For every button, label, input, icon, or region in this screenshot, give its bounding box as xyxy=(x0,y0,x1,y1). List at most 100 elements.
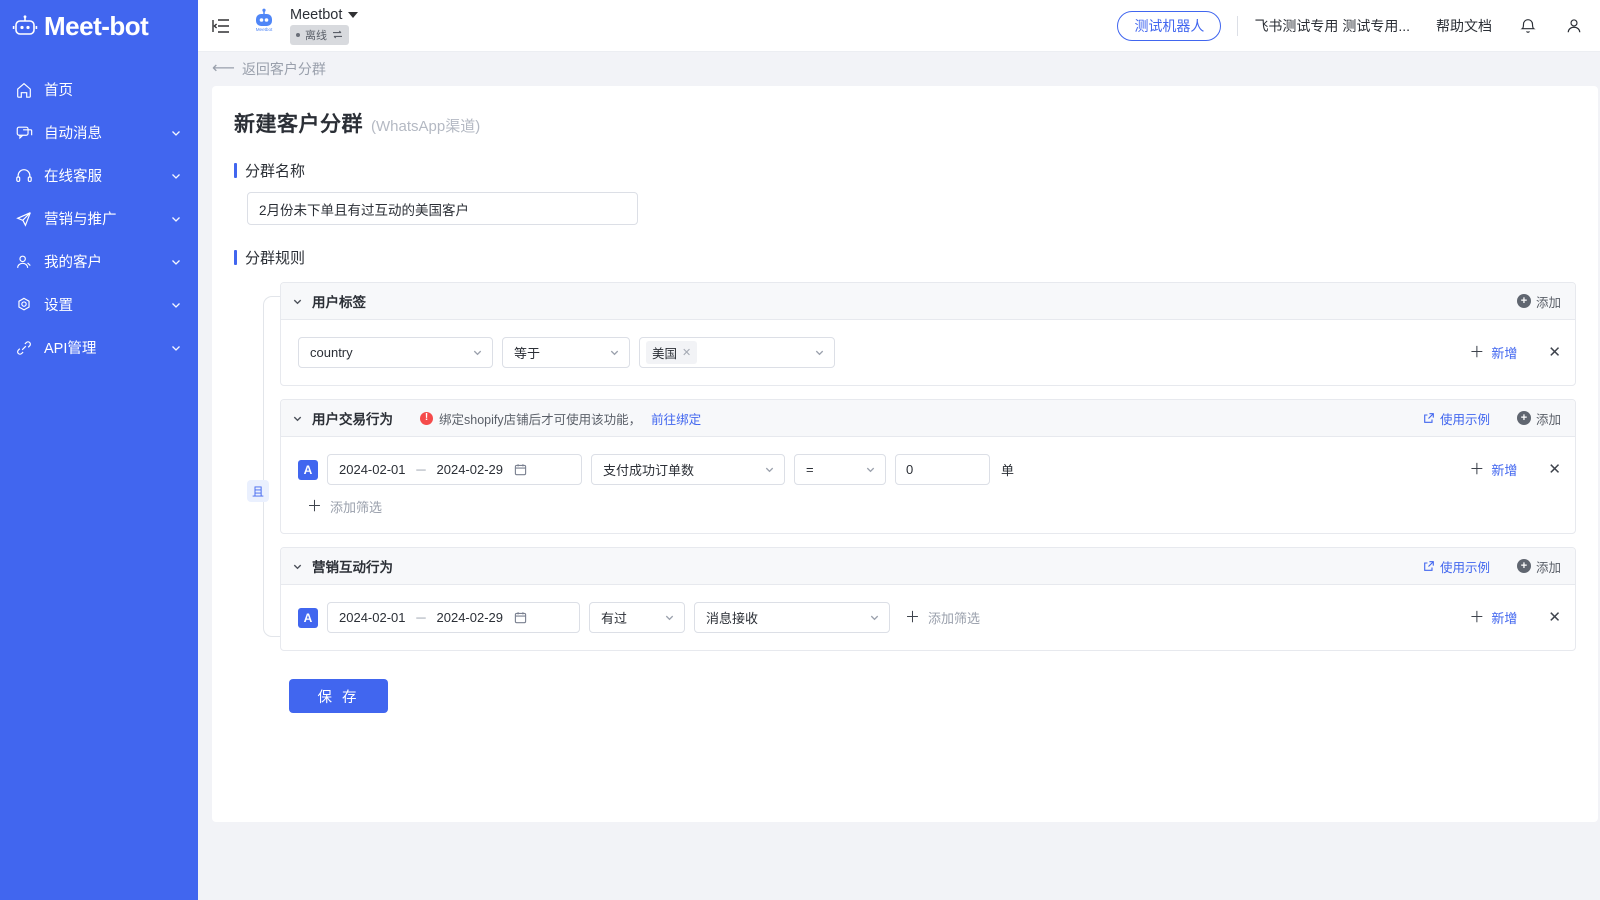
bot-name-row[interactable]: Meetbot xyxy=(290,7,358,23)
status-badge[interactable]: 离线 xyxy=(290,25,349,45)
page-title-suffix: (WhatsApp渠道) xyxy=(371,115,480,136)
tag-operator-select[interactable]: 等于 xyxy=(502,337,630,368)
chevron-down-icon xyxy=(170,127,182,139)
usage-example-link[interactable]: 使用示例 xyxy=(1423,557,1490,576)
bot-switcher[interactable]: Meetbot Meetbot 离线 xyxy=(246,7,358,45)
test-bot-button[interactable]: 测试机器人 xyxy=(1117,11,1221,41)
chevron-down-icon xyxy=(170,213,182,225)
plus-circle-icon: + xyxy=(1517,559,1531,573)
sidebar: Meet-bot 首页 自动消息 在线客服 xyxy=(0,0,198,900)
app-root: Meet-bot 首页 自动消息 在线客服 xyxy=(0,0,1600,900)
brand-logo[interactable]: Meet-bot xyxy=(0,0,198,52)
usage-example-label: 使用示例 xyxy=(1440,409,1490,428)
condition-row: A 2024-02-01 － 2024-02-29 xyxy=(298,602,1561,633)
add-condition-button[interactable]: + 添加 xyxy=(1517,292,1561,311)
rule-card-transaction: 用户交易行为 ! 绑定shopify店铺后才可使用该功能， 前往绑定 使用示例 xyxy=(280,399,1576,534)
gear-icon xyxy=(14,295,33,314)
bell-icon[interactable] xyxy=(1518,16,1538,36)
help-doc-link[interactable]: 帮助文档 xyxy=(1436,16,1492,36)
sidebar-item-live-chat[interactable]: 在线客服 xyxy=(0,154,198,197)
rule-card-header: 营销互动行为 使用示例 + 添加 xyxy=(281,548,1575,585)
sidebar-item-label: API管理 xyxy=(44,337,159,358)
marketing-occurrence-select[interactable]: 有过 xyxy=(589,602,685,633)
remove-row-icon[interactable]: ✕ xyxy=(1548,610,1561,625)
tag-field-select[interactable]: country xyxy=(298,337,493,368)
sidebar-item-label: 营销与推广 xyxy=(44,208,159,229)
topbar-divider xyxy=(1237,16,1238,36)
user-icon xyxy=(14,252,33,271)
warning-text: 绑定shopify店铺后才可使用该功能， xyxy=(439,409,641,428)
condition-row: A 2024-02-01 － 2024-02-29 xyxy=(298,454,1561,485)
sidebar-item-home[interactable]: 首页 xyxy=(0,68,198,111)
sidebar-item-settings[interactable]: 设置 xyxy=(0,283,198,326)
rule-card-marketing: 营销互动行为 使用示例 + 添加 xyxy=(280,547,1576,651)
rule-card-header: 用户交易行为 ! 绑定shopify店铺后才可使用该功能， 前往绑定 使用示例 xyxy=(281,400,1575,437)
remove-row-icon[interactable]: ✕ xyxy=(1548,462,1561,477)
breadcrumb-back[interactable]: ⟵ 返回客户分群 xyxy=(198,52,1600,86)
plus-icon: ＋ xyxy=(1469,610,1484,625)
sidebar-item-auto-message[interactable]: 自动消息 xyxy=(0,111,198,154)
transaction-operator-select[interactable]: = xyxy=(794,454,886,485)
date-start: 2024-02-01 xyxy=(339,610,406,625)
sidebar-item-marketing[interactable]: 营销与推广 xyxy=(0,197,198,240)
date-end: 2024-02-29 xyxy=(437,610,504,625)
group-name-section-label: 分群名称 xyxy=(234,160,1576,181)
add-filter-button[interactable]: ＋ 添加筛选 xyxy=(905,608,980,627)
transaction-value-input[interactable] xyxy=(895,454,990,485)
tag-operator-value: 等于 xyxy=(514,343,603,362)
transaction-date-range[interactable]: 2024-02-01 － 2024-02-29 xyxy=(327,454,582,485)
marketing-occurrence-value: 有过 xyxy=(601,608,658,627)
chevron-down-icon xyxy=(170,299,182,311)
rule-card-header: 用户标签 + 添加 xyxy=(281,283,1575,320)
joiner-line xyxy=(263,296,280,637)
close-icon[interactable]: ✕ xyxy=(682,346,691,359)
rules-wrapper: 且 用户标签 + xyxy=(247,282,1576,651)
workspace-name[interactable]: 飞书测试专用 测试专用... xyxy=(1254,16,1410,36)
add-row-button[interactable]: ＋ 新增 xyxy=(1469,608,1517,627)
brand-name: Meet-bot xyxy=(44,13,148,39)
joiner-logic-badge[interactable]: 且 xyxy=(247,480,269,502)
go-bind-link[interactable]: 前往绑定 xyxy=(651,409,701,428)
chevron-down-icon[interactable] xyxy=(292,413,303,424)
save-button[interactable]: 保 存 xyxy=(289,679,388,713)
add-condition-label: 添加 xyxy=(1536,409,1561,428)
robot-icon xyxy=(12,15,38,37)
transaction-unit-label: 单 xyxy=(1001,460,1014,479)
group-name-input[interactable] xyxy=(247,192,638,225)
row-logic-badge[interactable]: A xyxy=(298,608,318,628)
transaction-metric-select[interactable]: 支付成功订单数 xyxy=(591,454,785,485)
add-condition-button[interactable]: + 添加 xyxy=(1517,409,1561,428)
collapse-sidebar-icon[interactable] xyxy=(208,13,234,39)
account-icon[interactable] xyxy=(1564,16,1584,36)
tag-value-select[interactable]: 美国 ✕ xyxy=(639,337,835,368)
add-condition-label: 添加 xyxy=(1536,292,1561,311)
add-row-button[interactable]: ＋ 新增 xyxy=(1469,343,1517,362)
rules-list: 用户标签 + 添加 country xyxy=(280,282,1576,651)
chevron-down-icon[interactable] xyxy=(292,296,303,307)
add-filter-label: 添加筛选 xyxy=(330,497,382,516)
add-row-button[interactable]: ＋ 新增 xyxy=(1469,460,1517,479)
rule-title: 营销互动行为 xyxy=(312,556,393,576)
tag-chip[interactable]: 美国 ✕ xyxy=(646,341,697,364)
arrow-left-icon: ⟵ xyxy=(212,61,233,77)
page-title-row: 新建客户分群 (WhatsApp渠道) xyxy=(234,108,1576,138)
content-area: ⟵ 返回客户分群 新建客户分群 (WhatsApp渠道) 分群名称 分群规则 且 xyxy=(198,52,1600,900)
marketing-date-range[interactable]: 2024-02-01 － 2024-02-29 xyxy=(327,602,580,633)
sidebar-item-label: 我的客户 xyxy=(44,251,159,272)
add-filter-button[interactable]: ＋ 添加筛选 xyxy=(307,497,382,516)
chevron-down-icon xyxy=(348,12,358,18)
add-condition-button[interactable]: + 添加 xyxy=(1517,557,1561,576)
sidebar-item-my-customers[interactable]: 我的客户 xyxy=(0,240,198,283)
chevron-down-icon[interactable] xyxy=(292,561,303,572)
row-logic-badge[interactable]: A xyxy=(298,460,318,480)
sidebar-item-api[interactable]: API管理 xyxy=(0,326,198,369)
external-link-icon xyxy=(1423,560,1435,572)
usage-example-link[interactable]: 使用示例 xyxy=(1423,409,1490,428)
tag-chip-label: 美国 xyxy=(652,343,677,362)
usage-example-label: 使用示例 xyxy=(1440,557,1490,576)
plus-icon: ＋ xyxy=(905,610,920,625)
status-dot-icon xyxy=(296,33,300,37)
chevron-down-icon xyxy=(170,256,182,268)
remove-row-icon[interactable]: ✕ xyxy=(1548,345,1561,360)
marketing-event-select[interactable]: 消息接收 xyxy=(694,602,890,633)
